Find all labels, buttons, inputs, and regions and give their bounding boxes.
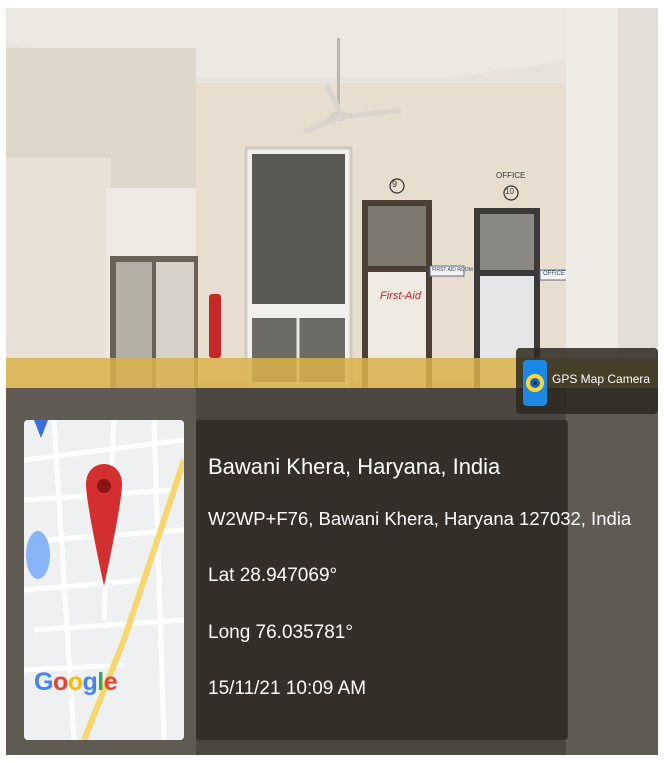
app-badge: GPS Map Camera	[516, 348, 658, 414]
room-number-9: 9	[392, 179, 398, 189]
room-number-10: 10	[505, 187, 514, 196]
location-info-panel: Bawani Khera, Haryana, India W2WP+F76, B…	[196, 420, 631, 740]
office-label: OFFICE	[496, 171, 526, 180]
photo-frame: 9 10 OFFICE FIRST AID ROOM First-Aid OFF…	[6, 8, 658, 755]
map-pin-icon	[86, 464, 122, 586]
first-aid-room-sign: FIRST AID ROOM	[432, 267, 473, 273]
google-logo: Google	[34, 668, 118, 696]
place-name: Bawani Khera, Haryana, India	[208, 454, 501, 479]
latitude: Lat 28.947069°	[208, 565, 338, 586]
timestamp: 15/11/21 10:09 AM	[208, 678, 367, 699]
camera-lens-icon	[523, 360, 547, 406]
map-thumbnail[interactable]: Google	[24, 420, 184, 740]
first-aid-door-sign: First-Aid	[380, 290, 421, 302]
longitude: Long 76.035781°	[208, 622, 353, 643]
office-sign: OFFICE	[543, 271, 565, 277]
app-name: GPS Map Camera	[552, 372, 651, 386]
address-line: W2WP+F76, Bawani Khera, Haryana 127032, …	[208, 508, 632, 529]
